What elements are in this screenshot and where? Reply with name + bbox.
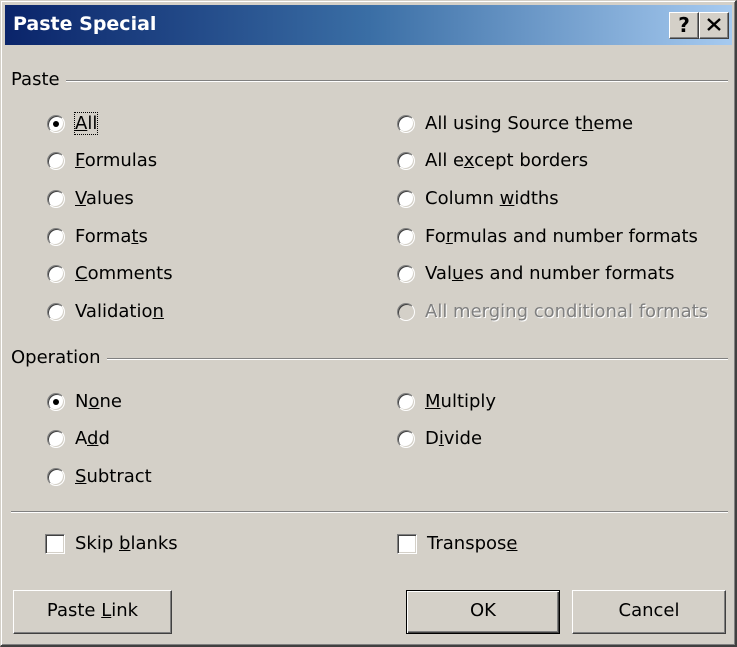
paste-formulas-option[interactable]: Formulas: [47, 150, 157, 171]
option-label: All: [73, 112, 99, 135]
dialog-title: Paste Special: [13, 13, 157, 35]
paste-values-option[interactable]: Values: [47, 188, 134, 209]
option-label: All merging conditional formats: [425, 301, 709, 322]
option-label: Transpose: [427, 533, 518, 554]
paste-special-dialog: Paste Special ? Paste All Formulas Value…: [0, 0, 737, 647]
checkbox-indicator[interactable]: [397, 533, 417, 554]
option-label: Column widths: [425, 188, 559, 209]
radio-indicator[interactable]: [397, 151, 415, 170]
paste-values-number-formats-option[interactable]: Values and number formats: [397, 263, 675, 284]
close-icon: [707, 18, 721, 31]
operation-group-label: Operation: [11, 347, 107, 368]
option-label: Comments: [75, 263, 173, 284]
radio-indicator[interactable]: [397, 302, 415, 321]
paste-except-borders-option[interactable]: All except borders: [397, 150, 588, 171]
paste-merging-conditional-formats-option[interactable]: All merging conditional formats: [397, 301, 708, 322]
option-label: Validation: [75, 301, 164, 322]
paste-link-button[interactable]: Paste Link: [13, 590, 172, 634]
option-label: Values: [75, 188, 134, 209]
help-button[interactable]: ?: [669, 12, 699, 39]
radio-indicator[interactable]: [47, 114, 65, 133]
radio-indicator[interactable]: [47, 189, 65, 208]
option-label: All using Source theme: [425, 113, 634, 134]
option-label: Add: [75, 428, 110, 449]
option-label: Formulas and number formats: [425, 226, 698, 247]
paste-group-divider: [11, 80, 728, 82]
option-label: None: [75, 391, 122, 412]
operation-multiply-option[interactable]: Multiply: [397, 391, 496, 412]
operation-add-option[interactable]: Add: [47, 428, 110, 449]
paste-group-label: Paste: [11, 69, 66, 90]
paste-all-option[interactable]: All: [47, 112, 99, 135]
radio-indicator[interactable]: [47, 151, 65, 170]
radio-indicator[interactable]: [47, 467, 65, 486]
cancel-button[interactable]: Cancel: [572, 590, 726, 634]
radio-indicator[interactable]: [47, 302, 65, 321]
operation-group-divider: [11, 358, 728, 360]
option-label: Subtract: [75, 466, 152, 487]
title-bar[interactable]: Paste Special ?: [5, 5, 732, 45]
paste-formulas-number-formats-option[interactable]: Formulas and number formats: [397, 226, 698, 247]
paste-comments-option[interactable]: Comments: [47, 263, 173, 284]
radio-indicator[interactable]: [397, 114, 415, 133]
separator: [11, 511, 728, 513]
checkbox-indicator[interactable]: [45, 533, 65, 554]
radio-indicator[interactable]: [47, 392, 65, 411]
option-label: Multiply: [425, 391, 497, 412]
option-label: All except borders: [425, 150, 589, 171]
radio-indicator[interactable]: [47, 264, 65, 283]
option-label: Values and number formats: [425, 263, 675, 284]
operation-divide-option[interactable]: Divide: [397, 428, 482, 449]
paste-source-theme-option[interactable]: All using Source theme: [397, 113, 633, 134]
paste-formats-option[interactable]: Formats: [47, 226, 148, 247]
radio-indicator[interactable]: [47, 227, 65, 246]
ok-button[interactable]: OK: [406, 590, 560, 634]
radio-indicator[interactable]: [47, 429, 65, 448]
skip-blanks-checkbox[interactable]: Skip blanks: [45, 533, 178, 554]
transpose-checkbox[interactable]: Transpose: [397, 533, 517, 554]
operation-none-option[interactable]: None: [47, 391, 122, 412]
option-label: Divide: [425, 428, 483, 449]
radio-indicator[interactable]: [397, 264, 415, 283]
operation-subtract-option[interactable]: Subtract: [47, 466, 152, 487]
option-label: Formulas: [75, 150, 158, 171]
radio-indicator[interactable]: [397, 189, 415, 208]
paste-column-widths-option[interactable]: Column widths: [397, 188, 559, 209]
radio-indicator[interactable]: [397, 392, 415, 411]
radio-indicator[interactable]: [397, 227, 415, 246]
paste-validation-option[interactable]: Validation: [47, 301, 164, 322]
option-label: Skip blanks: [75, 533, 178, 554]
option-label: Formats: [75, 226, 148, 247]
radio-indicator[interactable]: [397, 429, 415, 448]
close-button[interactable]: [699, 12, 729, 39]
